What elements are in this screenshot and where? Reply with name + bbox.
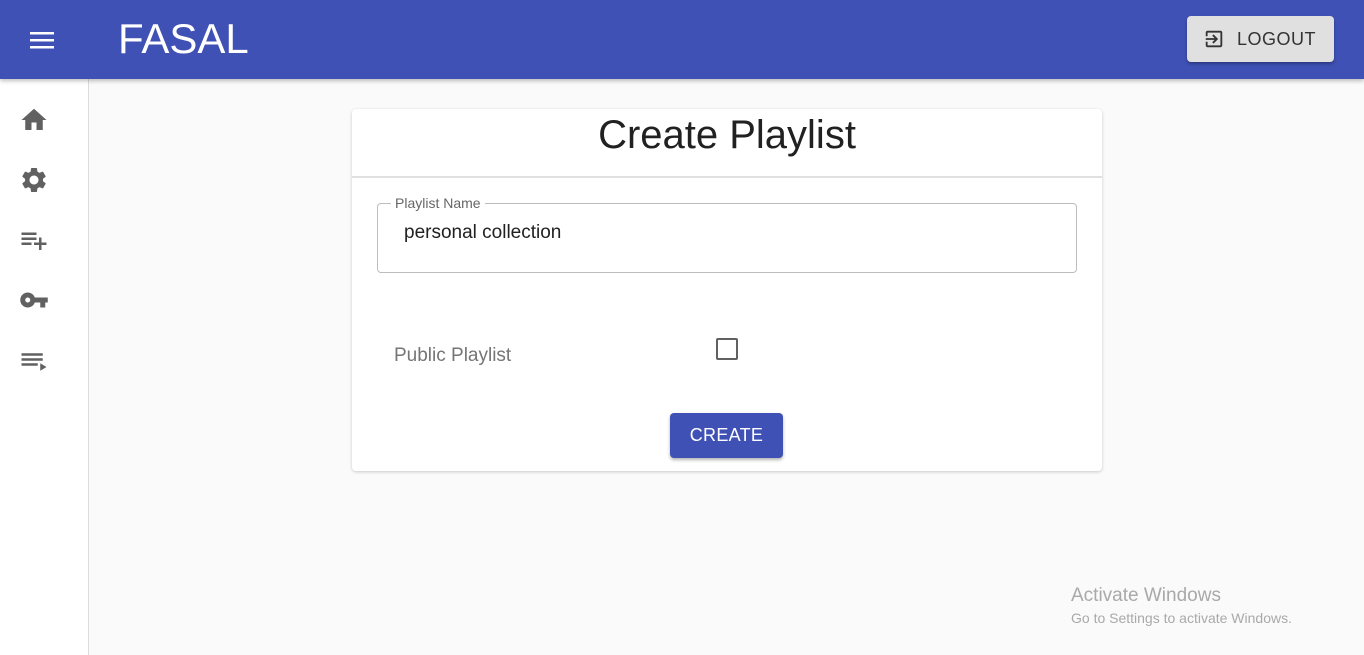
sidebar-item-create-playlist[interactable] <box>14 220 54 260</box>
page-title: Create Playlist <box>598 113 856 157</box>
playlist-name-input[interactable] <box>404 222 1054 244</box>
sidebar <box>0 79 89 655</box>
app-title: FASAL <box>118 15 249 62</box>
menu-button[interactable] <box>22 20 62 60</box>
key-icon <box>20 292 48 308</box>
playlist-add-icon <box>21 232 47 250</box>
create-button[interactable]: CREATE <box>670 413 783 458</box>
sidebar-item-password[interactable] <box>14 280 54 320</box>
create-playlist-card: Create Playlist Playlist Name Public Pla… <box>352 109 1102 471</box>
public-playlist-checkbox[interactable] <box>716 338 738 360</box>
watermark-subtitle: Go to Settings to activate Windows. <box>1071 610 1292 626</box>
sidebar-item-playlists[interactable] <box>14 342 54 382</box>
menu-icon <box>30 32 54 49</box>
playlist-name-label: Playlist Name <box>391 194 485 212</box>
app-bar: FASAL LOGOUT <box>0 0 1364 79</box>
logout-button[interactable]: LOGOUT <box>1187 16 1334 62</box>
gear-icon <box>22 168 46 192</box>
sidebar-item-home[interactable] <box>14 100 54 140</box>
playlist-play-icon <box>21 353 47 371</box>
windows-activation-watermark: Activate Windows Go to Settings to activ… <box>1071 584 1292 628</box>
public-playlist-label: Public Playlist <box>394 345 512 366</box>
card-divider <box>352 176 1102 178</box>
logout-label: LOGOUT <box>1237 28 1317 49</box>
watermark-title: Activate Windows <box>1071 585 1221 606</box>
playlist-name-field: Playlist Name <box>377 194 1077 273</box>
home-icon <box>21 108 47 130</box>
sidebar-item-settings[interactable] <box>14 160 54 200</box>
logout-icon <box>1205 30 1223 48</box>
